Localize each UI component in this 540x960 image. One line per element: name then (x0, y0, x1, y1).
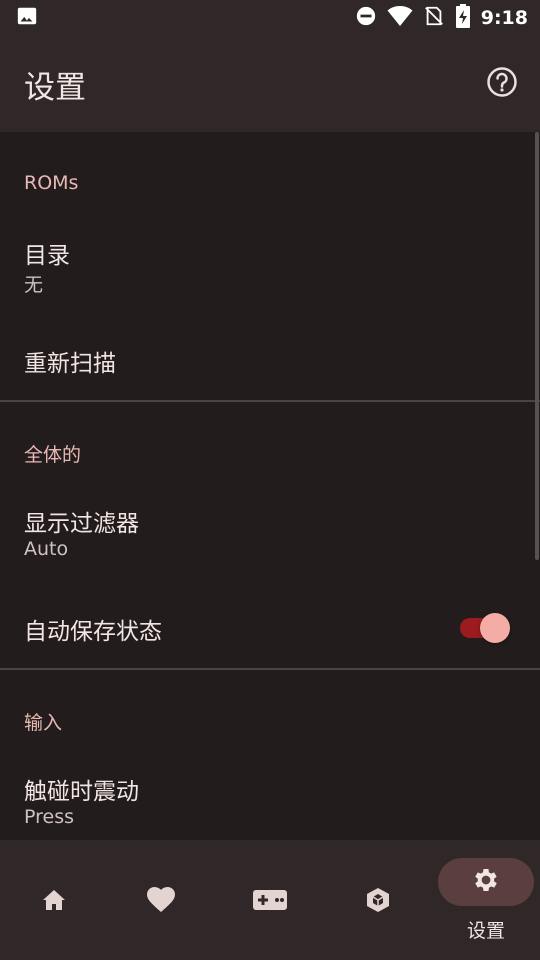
section-header-roms: ROMs (24, 172, 79, 194)
section-header-general: 全体的 (24, 444, 82, 466)
setting-rescan[interactable]: 重新扫描 (0, 318, 540, 398)
bottom-nav: 设置 (0, 840, 540, 960)
setting-display-filter-value: Auto (24, 538, 69, 560)
home-icon (42, 888, 66, 912)
nav-home[interactable] (30, 840, 78, 960)
nav-settings[interactable]: 设置 (438, 840, 534, 960)
status-icons: 9:18 (355, 4, 528, 32)
setting-directory-title: 目录 (24, 243, 70, 269)
settings-list[interactable]: ROMs 目录 无 重新扫描 全体的 显示过滤器 Auto 自动保存状态 输入 … (0, 132, 540, 840)
section-header-input: 输入 (24, 712, 63, 734)
setting-auto-save-state-title: 自动保存状态 (24, 619, 162, 645)
setting-vibrate-on-touch[interactable]: 触碰时震动 Press (0, 752, 540, 838)
setting-vibrate-title: 触碰时震动 (24, 779, 139, 805)
section-divider (0, 668, 540, 670)
no-sim-icon (423, 5, 445, 31)
setting-directory-value: 无 (24, 274, 44, 296)
dnd-icon (355, 5, 377, 31)
nav-games[interactable] (246, 840, 294, 960)
setting-directory[interactable]: 目录 无 (0, 216, 540, 302)
heart-icon (147, 887, 175, 912)
toggle-thumb (480, 613, 510, 643)
setting-display-filter[interactable]: 显示过滤器 Auto (0, 484, 540, 570)
setting-rescan-title: 重新扫描 (24, 351, 116, 377)
app-bar: 设置 (0, 36, 540, 132)
nav-cores[interactable] (354, 840, 402, 960)
image-icon (16, 5, 38, 31)
battery-charging-icon (455, 4, 471, 32)
auto-save-toggle[interactable] (458, 610, 512, 646)
cube-icon (366, 888, 390, 912)
setting-auto-save-state[interactable]: 自动保存状态 (0, 586, 540, 666)
wifi-icon (387, 5, 413, 31)
help-circle-icon (486, 66, 518, 102)
scrollbar[interactable] (535, 132, 539, 560)
gamepad-icon (253, 888, 287, 912)
status-bar: 9:18 (0, 0, 540, 36)
section-divider (0, 400, 540, 402)
nav-active-indicator (438, 858, 534, 906)
setting-vibrate-value: Press (24, 806, 75, 828)
gear-icon (471, 865, 501, 899)
setting-display-filter-title: 显示过滤器 (24, 511, 139, 537)
nav-favorites[interactable] (137, 840, 185, 960)
page-title: 设置 (24, 69, 86, 106)
status-time: 9:18 (480, 7, 528, 29)
help-button[interactable] (482, 64, 522, 104)
nav-settings-label: 设置 (466, 920, 505, 942)
